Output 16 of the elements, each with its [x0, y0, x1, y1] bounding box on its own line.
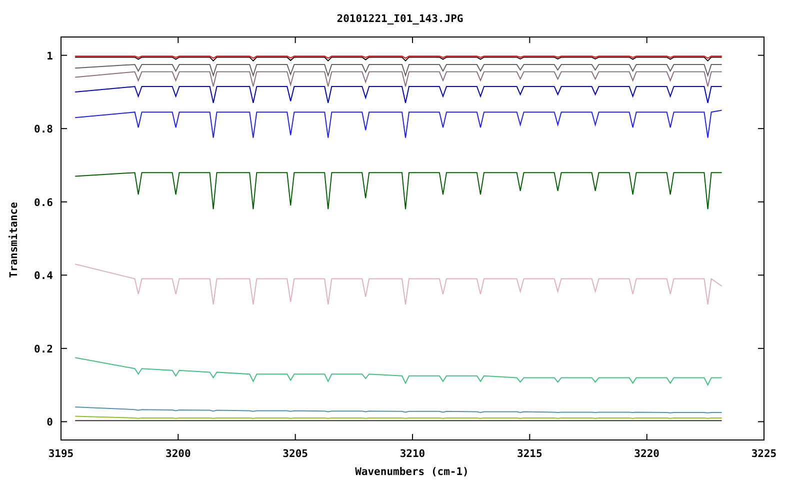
x-tick-label: 3205	[282, 448, 308, 460]
y-axis-title: Transmitance	[8, 202, 20, 278]
chart-title: 20101221_I01_143.JPG	[336, 13, 464, 25]
x-tick-label: 3225	[751, 448, 777, 460]
y-tick-label: 0.6	[34, 196, 53, 209]
x-tick-label: 3220	[634, 448, 660, 460]
y-tick-label: 0.4	[34, 270, 53, 282]
x-axis-title: Wavenumbers (cm-1)	[355, 466, 469, 478]
x-tick-label: 3195	[48, 448, 74, 460]
x-tick-label: 3200	[166, 448, 191, 460]
x-tick-label: 3215	[517, 448, 542, 460]
y-tick-label: 1	[46, 50, 53, 62]
y-tick-label: 0	[46, 416, 53, 429]
y-tick-label: 0.2	[34, 343, 53, 356]
x-tick-label: 3210	[400, 448, 426, 460]
y-tick-label: 0.8	[34, 124, 53, 136]
